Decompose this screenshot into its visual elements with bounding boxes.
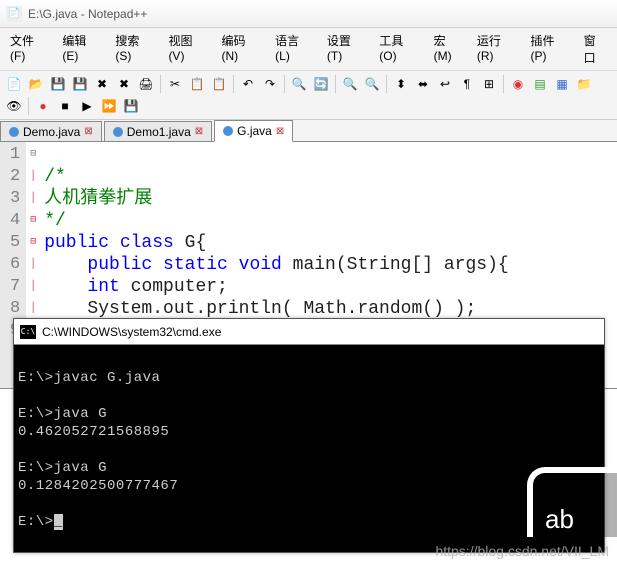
- lang-icon[interactable]: ◉: [508, 74, 528, 94]
- separator: [335, 75, 336, 93]
- window-title: E:\G.java - Notepad++: [28, 7, 147, 21]
- find-icon[interactable]: 🔍: [289, 74, 309, 94]
- sync-v-icon[interactable]: ⬍: [391, 74, 411, 94]
- tab-label: Demo.java: [23, 125, 80, 139]
- sync-h-icon[interactable]: ⬌: [413, 74, 433, 94]
- menu-view[interactable]: 视图(V): [162, 30, 213, 68]
- separator: [386, 75, 387, 93]
- redo-icon[interactable]: ↷: [260, 74, 280, 94]
- ime-label: ab: [545, 504, 574, 535]
- open-file-icon[interactable]: 📂: [26, 74, 46, 94]
- separator: [503, 75, 504, 93]
- play-icon[interactable]: ▶: [77, 96, 97, 116]
- code-line: /*: [44, 167, 66, 187]
- tab-close-icon[interactable]: ⊠: [84, 126, 92, 137]
- save-macro-icon[interactable]: 💾: [121, 96, 141, 116]
- print-icon[interactable]: 🖨: [136, 74, 156, 94]
- save-all-icon[interactable]: 💾: [70, 74, 90, 94]
- copy-icon[interactable]: 📋: [187, 74, 207, 94]
- zoom-in-icon[interactable]: 🔍: [340, 74, 360, 94]
- replace-icon[interactable]: 🔄: [311, 74, 331, 94]
- tabbar: Demo.java ⊠ Demo1.java ⊠ G.java ⊠: [0, 120, 617, 142]
- tab-demo-java[interactable]: Demo.java ⊠: [0, 121, 102, 141]
- cmd-title: C:\WINDOWS\system32\cmd.exe: [42, 325, 221, 339]
- menu-edit[interactable]: 编辑(E): [56, 30, 107, 68]
- new-file-icon[interactable]: 📄: [4, 74, 24, 94]
- menu-window[interactable]: 窗口: [578, 30, 613, 68]
- undo-icon[interactable]: ↶: [238, 74, 258, 94]
- file-modified-icon: [223, 126, 233, 136]
- close-all-icon[interactable]: ✖: [114, 74, 134, 94]
- code-line: System.out.println( Math.random() );: [44, 299, 476, 319]
- menu-settings[interactable]: 设置(T): [321, 30, 371, 68]
- wrap-icon[interactable]: ↩: [435, 74, 455, 94]
- file-modified-icon: [9, 127, 19, 137]
- code-line: public static void main(String[] args){: [44, 255, 509, 275]
- menu-encoding[interactable]: 编码(N): [215, 30, 267, 68]
- folder-icon[interactable]: 📁: [574, 74, 594, 94]
- tab-close-icon[interactable]: ⊠: [276, 126, 284, 137]
- indent-guide-icon[interactable]: ⊞: [479, 74, 499, 94]
- tab-label: G.java: [237, 124, 272, 138]
- close-icon[interactable]: ✖: [92, 74, 112, 94]
- func-list-icon[interactable]: ▦: [552, 74, 572, 94]
- menu-tools[interactable]: 工具(O): [373, 30, 425, 68]
- menu-language[interactable]: 语言(L): [269, 30, 319, 68]
- menubar: 文件(F) 编辑(E) 搜索(S) 视图(V) 编码(N) 语言(L) 设置(T…: [0, 28, 617, 71]
- cut-icon[interactable]: ✂: [165, 74, 185, 94]
- tab-label: Demo1.java: [127, 125, 191, 139]
- code-line: 人机猜拳扩展: [44, 189, 152, 209]
- record-icon[interactable]: ●: [33, 96, 53, 116]
- monitor-icon[interactable]: 👁: [4, 96, 24, 116]
- cmd-cursor: _: [54, 514, 63, 530]
- stop-icon[interactable]: ■: [55, 96, 75, 116]
- paste-icon[interactable]: 📋: [209, 74, 229, 94]
- play-multi-icon[interactable]: ⏩: [99, 96, 119, 116]
- cmd-window: C:\ C:\WINDOWS\system32\cmd.exe E:\>java…: [13, 318, 605, 553]
- ime-overlay: ab: [527, 467, 617, 537]
- zoom-out-icon[interactable]: 🔍: [362, 74, 382, 94]
- toolbar: 📄 📂 💾 💾 ✖ ✖ 🖨 ✂ 📋 📋 ↶ ↷ 🔍 🔄 🔍 🔍 ⬍ ⬌ ↩ ¶ …: [0, 71, 617, 120]
- separator: [28, 97, 29, 115]
- separator: [284, 75, 285, 93]
- tab-g-java[interactable]: G.java ⊠: [214, 120, 293, 142]
- titlebar: 📄 E:\G.java - Notepad++: [0, 0, 617, 28]
- separator: [233, 75, 234, 93]
- cmd-icon: C:\: [20, 325, 36, 339]
- menu-macro[interactable]: 宏(M): [428, 30, 469, 68]
- app-icon: 📄: [6, 6, 22, 22]
- save-icon[interactable]: 💾: [48, 74, 68, 94]
- doc-map-icon[interactable]: ▤: [530, 74, 550, 94]
- tab-demo1-java[interactable]: Demo1.java ⊠: [104, 121, 212, 141]
- all-chars-icon[interactable]: ¶: [457, 74, 477, 94]
- menu-plugins[interactable]: 插件(P): [525, 30, 576, 68]
- code-line: */: [44, 211, 66, 231]
- menu-run[interactable]: 运行(R): [471, 30, 523, 68]
- cmd-body[interactable]: E:\>javac G.java E:\>java G 0.4620527215…: [14, 345, 604, 552]
- menu-file[interactable]: 文件(F): [4, 30, 54, 68]
- file-modified-icon: [113, 127, 123, 137]
- watermark: https://blog.csdn.net/VII_LM: [435, 543, 609, 559]
- cmd-titlebar[interactable]: C:\ C:\WINDOWS\system32\cmd.exe: [14, 319, 604, 345]
- tab-close-icon[interactable]: ⊠: [195, 126, 203, 137]
- code-line: int computer;: [44, 277, 228, 297]
- code-line: public class G{: [44, 233, 206, 253]
- menu-search[interactable]: 搜索(S): [109, 30, 160, 68]
- separator: [160, 75, 161, 93]
